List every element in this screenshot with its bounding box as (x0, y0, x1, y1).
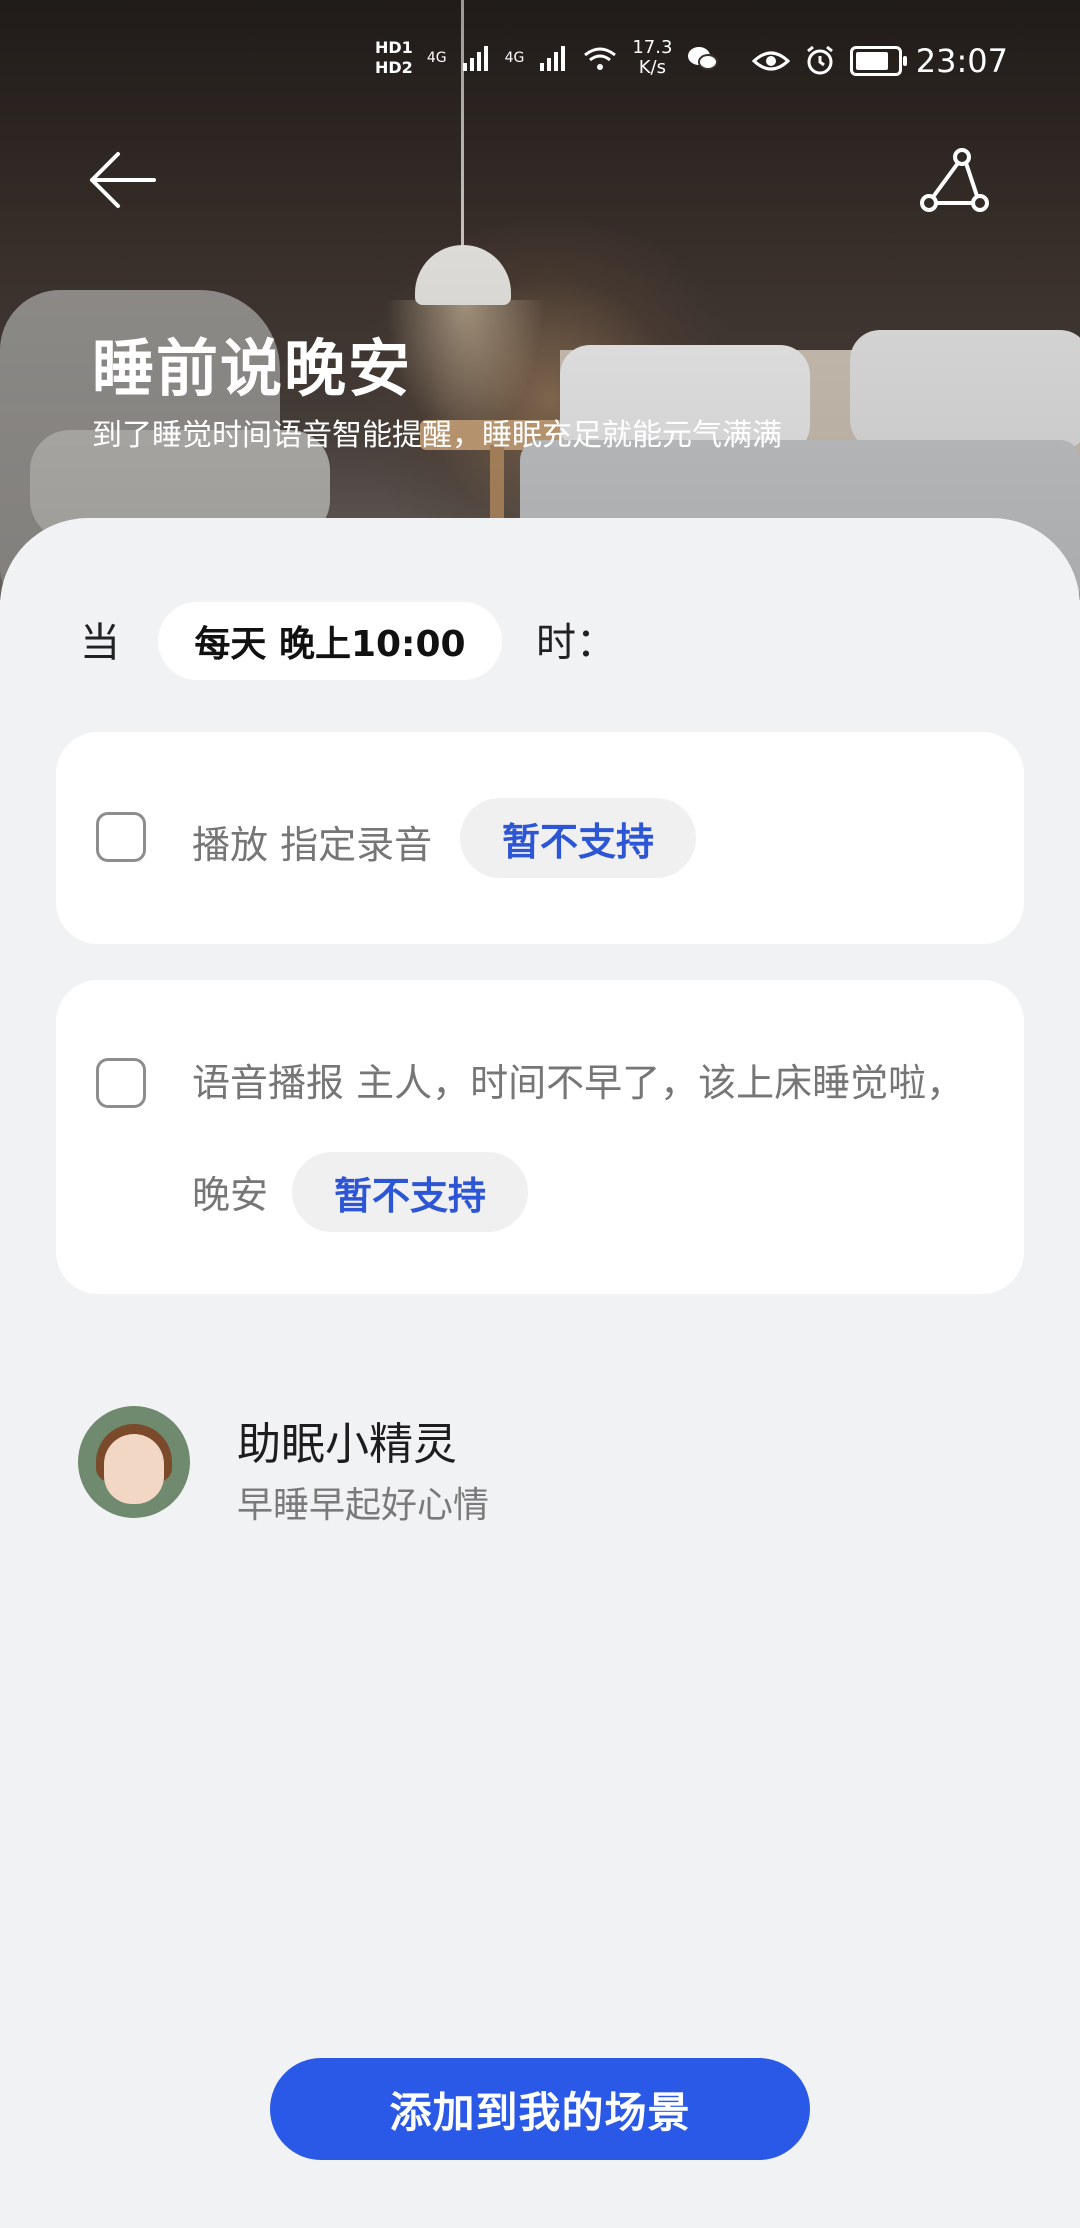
unsupported-badge[interactable]: 暂不支持 (460, 798, 696, 878)
avatar-face (104, 1434, 164, 1504)
action-checkbox[interactable] (96, 812, 146, 862)
wechat-icon (688, 47, 719, 70)
alarm-icon (806, 45, 833, 75)
action-text-line2: 晚安 (192, 1173, 269, 1217)
sim2-label: HD2 (375, 58, 413, 77)
trigger-suffix: 时： (536, 620, 616, 666)
status-time: 23:07 (915, 42, 1008, 80)
action-checkbox[interactable] (96, 1058, 146, 1108)
share-icon[interactable] (920, 148, 990, 214)
trigger-prefix: 当 (80, 620, 120, 666)
battery-icon (849, 46, 907, 76)
eye-icon (751, 51, 790, 71)
page-subtitle: 到了睡觉时间语音智能提醒，睡眠充足就能元气满满 (92, 418, 782, 453)
action-card-play-recording: 播放 指定录音 暂不支持 (56, 732, 1024, 944)
author-name: 助眠小精灵 (237, 1419, 457, 1470)
add-to-my-scenes-button[interactable]: 添加到我的场景 (270, 2058, 810, 2160)
author-description: 早睡早起好心情 (237, 1485, 490, 1526)
action-card-voice-broadcast: 语音播报 主人，时间不早了，该上床睡觉啦， 晚安 暂不支持 (56, 980, 1024, 1294)
action-text-line1: 语音播报 主人，时间不早了，该上床睡觉啦， (192, 1061, 965, 1105)
speed-value: 17.3 (632, 37, 673, 58)
wifi-icon (584, 47, 617, 70)
speed-unit: K/s (638, 57, 666, 78)
status-bar: HD1 HD2 4G 4G 17.3 K/s 23:07 (0, 30, 1080, 100)
network-speed: 17.3 K/s (632, 38, 672, 78)
sim1-label: HD1 (375, 38, 413, 57)
status-right: 23:07 (751, 42, 1008, 80)
net2-label: 4G (504, 50, 525, 66)
trigger-time-chip[interactable]: 每天 晚上10:00 (158, 602, 502, 680)
action-text: 播放 指定录音 (192, 823, 433, 867)
unsupported-badge[interactable]: 暂不支持 (292, 1152, 528, 1232)
status-left-icons: HD1 HD2 4G 4G 17.3 K/s (375, 38, 719, 78)
sim-indicators: HD1 HD2 (375, 38, 413, 78)
signal-icon (540, 46, 566, 71)
net1-label: 4G (426, 50, 447, 66)
avatar (78, 1406, 190, 1518)
back-arrow-icon[interactable] (88, 150, 158, 210)
page-title: 睡前说晚安 (92, 332, 413, 405)
signal-icon (462, 46, 488, 71)
